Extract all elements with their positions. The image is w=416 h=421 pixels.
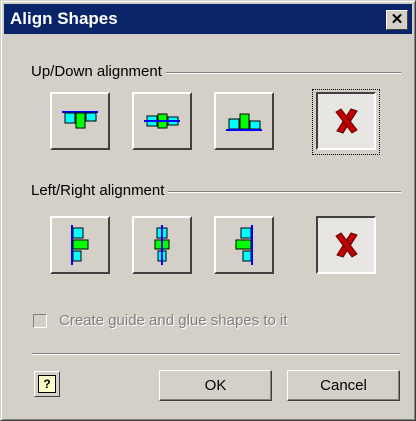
align-left-button[interactable] bbox=[50, 216, 110, 274]
ok-button[interactable]: OK bbox=[159, 370, 272, 401]
align-bottom-icon bbox=[226, 113, 262, 131]
align-bottom-button[interactable] bbox=[214, 92, 274, 150]
cancel-button[interactable]: Cancel bbox=[287, 370, 400, 401]
close-button[interactable]: ✕ bbox=[386, 10, 408, 30]
red-x-icon bbox=[335, 108, 358, 134]
align-top-icon bbox=[62, 111, 98, 129]
align-center-icon bbox=[154, 225, 170, 265]
create-guide-checkbox[interactable] bbox=[33, 314, 47, 328]
align-middle-button[interactable] bbox=[132, 92, 192, 150]
align-right-icon bbox=[235, 225, 253, 265]
no-updown-alignment-button[interactable] bbox=[316, 92, 376, 150]
leftright-group-label: Left/Right alignment bbox=[31, 182, 169, 199]
create-guide-label: Create guide and glue shapes to it bbox=[59, 312, 288, 329]
title-bar[interactable]: Align Shapes ✕ bbox=[4, 4, 412, 34]
help-button[interactable]: ? bbox=[34, 371, 60, 397]
align-center-button[interactable] bbox=[132, 216, 192, 274]
separator bbox=[32, 353, 400, 355]
align-middle-icon bbox=[144, 113, 180, 129]
align-right-button[interactable] bbox=[214, 216, 274, 274]
align-left-icon bbox=[71, 225, 89, 265]
align-shapes-dialog: Align Shapes ✕ Up/Down alignment Left/Ri… bbox=[0, 0, 416, 421]
help-icon: ? bbox=[38, 375, 56, 393]
no-leftright-alignment-button[interactable] bbox=[316, 216, 376, 274]
updown-group-label: Up/Down alignment bbox=[31, 63, 166, 80]
align-top-button[interactable] bbox=[50, 92, 110, 150]
red-x-icon bbox=[335, 232, 358, 258]
dialog-title: Align Shapes bbox=[10, 9, 118, 28]
